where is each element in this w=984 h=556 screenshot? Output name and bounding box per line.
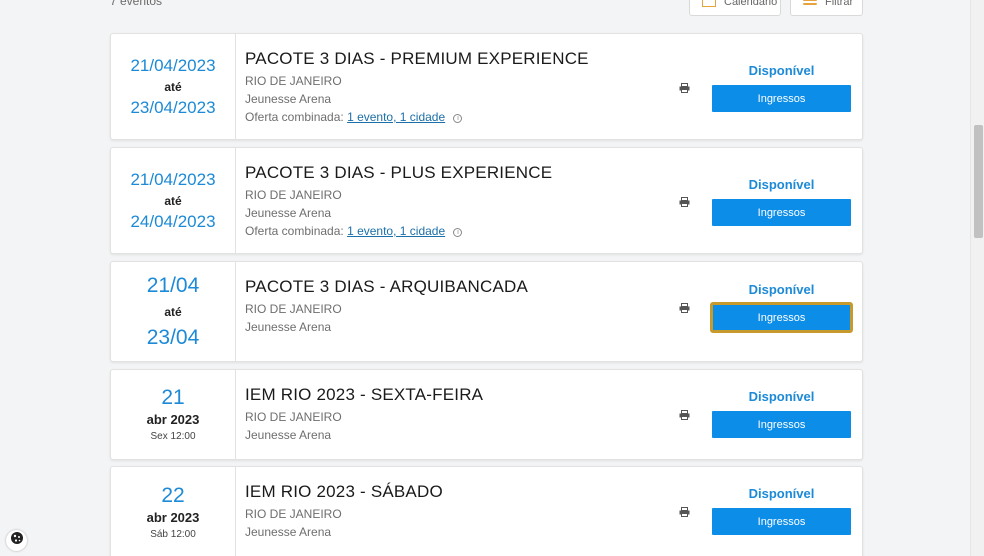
availability-status: Disponível [748,486,815,501]
availability-status: Disponível [748,282,815,297]
event-title: IEM RIO 2023 - SEXTA-FEIRA [245,385,484,404]
event-card-arquibancada: 21/04 até 23/04 PACOTE 3 DIAS - ARQUIBAN… [110,261,863,362]
tickets-button[interactable]: Ingressos [712,508,851,535]
combined-offer-label: Oferta combinada: [245,224,344,238]
event-info: PACOTE 3 DIAS - PLUS EXPERIENCE RIO DE J… [245,162,665,240]
event-title: IEM RIO 2023 - SÁBADO [245,482,443,501]
print-icon[interactable] [679,83,690,93]
event-info: IEM RIO 2023 - SÁBADO RIO DE JANEIRO Jeu… [245,481,665,541]
event-city: RIO DE JANEIRO [245,74,342,88]
event-weekday-time: Sex 12:00 [150,430,196,442]
event-availability: Disponível Ingressos [712,388,851,438]
event-availability: Disponível Ingressos [712,62,851,112]
event-date: 21/04/2023 até 24/04/2023 [111,148,236,253]
page-scrollbar[interactable] [970,0,984,556]
event-weekday-time: Sáb 12:00 [150,529,196,540]
event-date-end: 23/04 [146,325,200,349]
print-icon[interactable] [679,197,690,207]
event-card-premium-experience: 21/04/2023 até 23/04/2023 PACOTE 3 DIAS … [110,33,863,140]
cookie-icon [10,531,24,550]
event-info: PACOTE 3 DIAS - ARQUIBANCADA RIO DE JANE… [245,276,665,336]
tickets-button[interactable]: Ingressos [712,199,851,226]
event-month-year: abr 2023 [146,510,200,525]
cookie-settings-button[interactable] [6,530,27,551]
event-date-end: 24/04/2023 [130,211,216,231]
availability-status: Disponível [748,389,815,404]
tickets-button[interactable]: Ingressos [712,411,851,438]
event-month-year: abr 2023 [146,411,200,427]
print-icon[interactable] [679,410,690,420]
event-city: RIO DE JANEIRO [245,188,342,202]
events-toolbar: 7 eventos Calendário Filtrar [110,0,863,16]
scrollbar-thumb[interactable] [974,125,983,238]
event-availability: Disponível Ingressos [710,281,853,333]
event-card-plus-experience: 21/04/2023 até 24/04/2023 PACOTE 3 DIAS … [110,147,863,254]
event-venue: Jeunesse Arena [245,320,332,334]
calendar-button-label: Calendário [724,0,778,8]
event-date: 21/04 até 23/04 [111,262,236,361]
availability-status: Disponível [748,63,815,78]
info-icon[interactable]: i [453,114,463,123]
print-icon[interactable] [679,303,690,313]
event-date: 22 abr 2023 Sáb 12:00 [111,467,236,556]
event-day: 21 [161,385,185,409]
filter-button[interactable]: Filtrar [790,0,863,16]
filter-icon [803,0,817,7]
event-title: PACOTE 3 DIAS - ARQUIBANCADA [245,277,529,296]
event-city: RIO DE JANEIRO [245,507,342,521]
event-city: RIO DE JANEIRO [245,410,342,424]
event-day: 22 [161,484,185,507]
event-venue: Jeunesse Arena [245,525,332,539]
combined-offer-label: Oferta combinada: [245,110,344,124]
combined-offer-link[interactable]: 1 evento, 1 cidade [347,224,445,238]
calendar-icon [702,0,716,7]
event-combined-offer: Oferta combinada: 1 evento, 1 cidade i [245,108,665,126]
event-date-end: 23/04/2023 [130,97,216,117]
event-venue: Jeunesse Arena [245,92,332,106]
calendar-button[interactable]: Calendário [689,0,781,16]
event-date: 21/04/2023 até 23/04/2023 [111,34,236,139]
event-availability: Disponível Ingressos [712,485,851,535]
event-card-sexta-feira: 21 abr 2023 Sex 12:00 IEM RIO 2023 - SEX… [110,369,863,460]
tickets-button[interactable]: Ingressos [710,302,853,333]
combined-offer-link[interactable]: 1 evento, 1 cidade [347,110,445,124]
event-availability: Disponível Ingressos [712,176,851,226]
event-title: PACOTE 3 DIAS - PLUS EXPERIENCE [245,163,553,182]
event-info: IEM RIO 2023 - SEXTA-FEIRA RIO DE JANEIR… [245,384,665,444]
filter-button-label: Filtrar [825,0,854,8]
event-venue: Jeunesse Arena [245,206,332,220]
event-date-start: 21/04/2023 [130,55,216,75]
info-icon[interactable]: i [453,228,463,237]
event-city: RIO DE JANEIRO [245,302,342,316]
print-icon[interactable] [679,507,690,517]
event-combined-offer: Oferta combinada: 1 evento, 1 cidade i [245,222,665,240]
event-info: PACOTE 3 DIAS - PREMIUM EXPERIENCE RIO D… [245,48,665,126]
availability-status: Disponível [748,177,815,192]
event-date-separator: até [164,304,182,319]
event-date-start: 21/04/2023 [130,169,216,189]
events-page: 7 eventos Calendário Filtrar 21/04/2023 … [0,0,970,556]
event-card-sabado: 22 abr 2023 Sáb 12:00 IEM RIO 2023 - SÁB… [110,466,863,556]
event-date-start: 21/04 [146,273,200,297]
events-count: 7 eventos [110,0,163,8]
event-date: 21 abr 2023 Sex 12:00 [111,370,236,459]
event-title: PACOTE 3 DIAS - PREMIUM EXPERIENCE [245,49,589,68]
event-date-separator: até [164,193,182,208]
event-date-separator: até [164,79,182,94]
tickets-button[interactable]: Ingressos [712,85,851,112]
event-venue: Jeunesse Arena [245,428,332,442]
